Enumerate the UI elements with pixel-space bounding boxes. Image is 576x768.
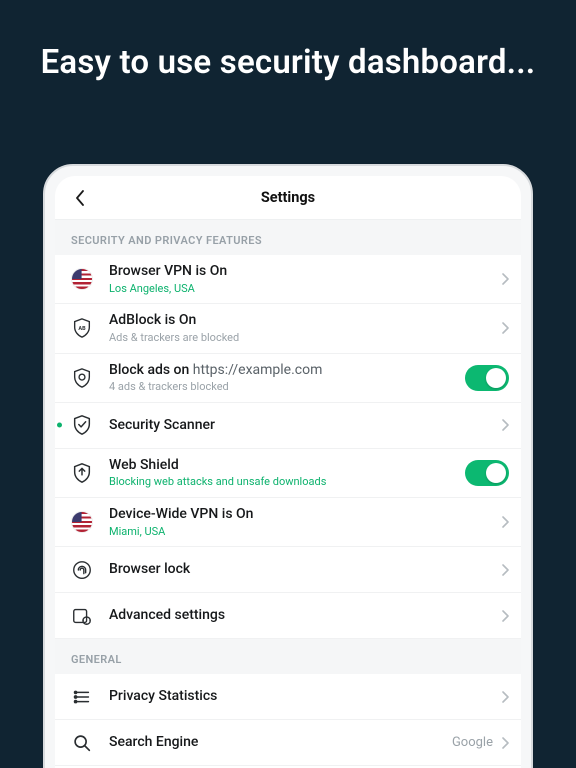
toggle-web-shield[interactable]: [465, 460, 509, 486]
row-adblock[interactable]: AB AdBlock is On Ads & trackers are bloc…: [55, 304, 521, 353]
row-advanced-settings[interactable]: Advanced settings: [55, 593, 521, 639]
chevron-right-icon: [501, 516, 509, 528]
promo-headline: Easy to use security dashboard...: [0, 0, 576, 109]
page-title: Settings: [261, 189, 315, 206]
row-device-vpn[interactable]: Device-Wide VPN is On Miami, USA: [55, 498, 521, 547]
row-title: Search Engine: [109, 734, 444, 752]
scanner-shield-icon: [69, 412, 95, 438]
section-header-general: GENERAL: [55, 639, 521, 674]
us-flag-icon: [69, 509, 95, 535]
back-button[interactable]: [69, 187, 91, 209]
row-search-engine[interactable]: Search Engine Google: [55, 720, 521, 766]
chevron-right-icon: [501, 610, 509, 622]
row-privacy-statistics[interactable]: Privacy Statistics: [55, 674, 521, 720]
row-title: Security Scanner: [109, 417, 493, 435]
row-browser-lock[interactable]: Browser lock: [55, 547, 521, 593]
svg-text:AB: AB: [78, 326, 86, 332]
search-icon: [69, 730, 95, 756]
statistics-icon: [69, 684, 95, 710]
chevron-right-icon: [501, 273, 509, 285]
device-frame: Settings SECURITY AND PRIVACY FEATURES B…: [43, 164, 533, 768]
site-shield-icon: [69, 365, 95, 391]
row-title: AdBlock is On: [109, 312, 493, 330]
chevron-right-icon: [501, 419, 509, 431]
chevron-left-icon: [74, 190, 86, 206]
row-web-shield[interactable]: Web Shield Blocking web attacks and unsa…: [55, 449, 521, 498]
row-title: Web Shield: [109, 457, 457, 475]
list-security: Browser VPN is On Los Angeles, USA AB Ad…: [55, 255, 521, 639]
list-general: Privacy Statistics Search Engine Google: [55, 674, 521, 768]
row-title: Browser VPN is On: [109, 263, 493, 281]
row-subtitle: Los Angeles, USA: [109, 282, 493, 296]
row-security-scanner[interactable]: Security Scanner: [55, 403, 521, 449]
row-subtitle: 4 ads & trackers blocked: [109, 380, 457, 394]
row-value: Google: [452, 735, 493, 750]
navbar: Settings: [55, 176, 521, 220]
row-title: Browser lock: [109, 561, 493, 579]
chevron-right-icon: [501, 737, 509, 749]
advanced-gear-icon: [69, 603, 95, 629]
chevron-right-icon: [501, 322, 509, 334]
row-title: Advanced settings: [109, 607, 493, 625]
fingerprint-icon: [69, 557, 95, 583]
adblock-shield-icon: AB: [69, 315, 95, 341]
section-header-security: SECURITY AND PRIVACY FEATURES: [55, 220, 521, 255]
row-subtitle: Miami, USA: [109, 525, 493, 539]
row-browser-vpn[interactable]: Browser VPN is On Los Angeles, USA: [55, 255, 521, 304]
chevron-right-icon: [501, 691, 509, 703]
app-screen: Settings SECURITY AND PRIVACY FEATURES B…: [55, 176, 521, 768]
attention-dot-icon: [57, 423, 62, 428]
row-title: Device-Wide VPN is On: [109, 506, 493, 524]
us-flag-icon: [69, 266, 95, 292]
row-subtitle: Blocking web attacks and unsafe download…: [109, 475, 457, 489]
row-title: Privacy Statistics: [109, 688, 493, 706]
row-block-ads-site[interactable]: Block ads on https://example.com 4 ads &…: [55, 354, 521, 403]
chevron-right-icon: [501, 564, 509, 576]
web-shield-icon: [69, 460, 95, 486]
toggle-block-ads-site[interactable]: [465, 365, 509, 391]
row-title: Block ads on https://example.com: [109, 362, 457, 380]
row-subtitle: Ads & trackers are blocked: [109, 331, 493, 345]
